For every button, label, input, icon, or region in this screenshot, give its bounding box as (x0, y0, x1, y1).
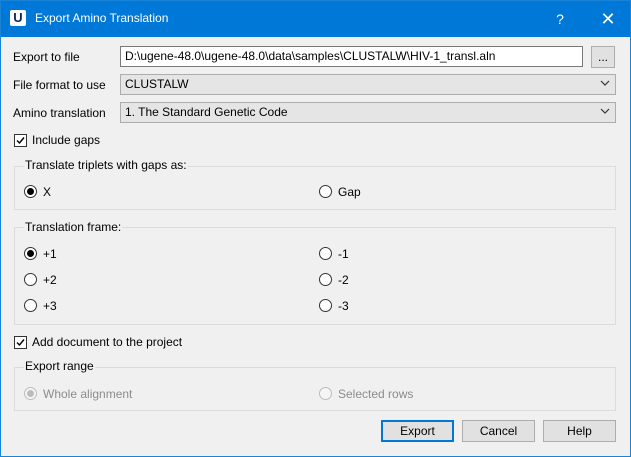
frame-plus2-radio[interactable] (24, 273, 37, 286)
amino-translation-label: Amino translation (13, 106, 106, 120)
file-format-select[interactable]: CLUSTALW (120, 74, 616, 95)
export-file-label: Export to file (13, 50, 80, 64)
help-button[interactable]: Help (543, 420, 616, 442)
window-title: Export Amino Translation (35, 11, 169, 25)
export-button[interactable]: Export (381, 420, 454, 442)
whole-alignment-radio[interactable] (24, 387, 37, 400)
checkmark-icon (16, 137, 25, 145)
export-file-path-field[interactable]: D:\ugene-48.0\ugene-48.0\data\samples\CL… (120, 46, 583, 67)
add-document-checkbox[interactable] (14, 336, 27, 349)
amino-translation-value: 1. The Standard Genetic Code (125, 105, 288, 119)
gap-as-x-radio[interactable] (24, 185, 37, 198)
include-gaps-label: Include gaps (32, 133, 101, 147)
frame-minus2-radio[interactable] (319, 273, 332, 286)
export-amino-translation-dialog: U Export Amino Translation ? ✕ Export to… (0, 0, 631, 457)
close-icon[interactable]: ✕ (586, 1, 630, 37)
chevron-down-icon (600, 80, 610, 86)
amino-translation-select[interactable]: 1. The Standard Genetic Code (120, 102, 616, 123)
browse-button[interactable]: ... (591, 46, 615, 68)
frame-minus3-label: -3 (338, 299, 349, 313)
gap-as-x-label: X (43, 185, 52, 199)
gap-translation-group (14, 166, 616, 210)
ugene-app-icon: U (10, 10, 26, 26)
export-range-group-title: Export range (24, 359, 95, 373)
gap-as-gap-label: Gap (338, 185, 361, 199)
translation-frame-group (14, 227, 616, 325)
frame-plus1-radio[interactable] (24, 247, 37, 260)
help-icon[interactable]: ? (538, 1, 582, 37)
frame-plus3-label: +3 (43, 299, 57, 313)
selected-rows-label: Selected rows (338, 387, 414, 401)
frame-plus1-label: +1 (43, 247, 57, 261)
gap-translation-group-title: Translate triplets with gaps as: (24, 158, 188, 172)
frame-minus1-radio[interactable] (319, 247, 332, 260)
chevron-down-icon (600, 108, 610, 114)
file-format-label: File format to use (13, 78, 106, 92)
frame-minus1-label: -1 (338, 247, 349, 261)
checkmark-icon (16, 339, 25, 347)
translation-frame-group-title: Translation frame: (24, 220, 123, 234)
include-gaps-checkbox[interactable] (14, 134, 27, 147)
cancel-button[interactable]: Cancel (462, 420, 535, 442)
whole-alignment-label: Whole alignment (43, 387, 133, 401)
frame-minus3-radio[interactable] (319, 299, 332, 312)
gap-as-gap-radio[interactable] (319, 185, 332, 198)
selected-rows-radio[interactable] (319, 387, 332, 400)
title-bar: U Export Amino Translation ? ✕ (1, 1, 630, 37)
add-document-label: Add document to the project (32, 335, 183, 349)
file-format-value: CLUSTALW (125, 77, 189, 91)
frame-minus2-label: -2 (338, 273, 349, 287)
frame-plus2-label: +2 (43, 273, 57, 287)
frame-plus3-radio[interactable] (24, 299, 37, 312)
